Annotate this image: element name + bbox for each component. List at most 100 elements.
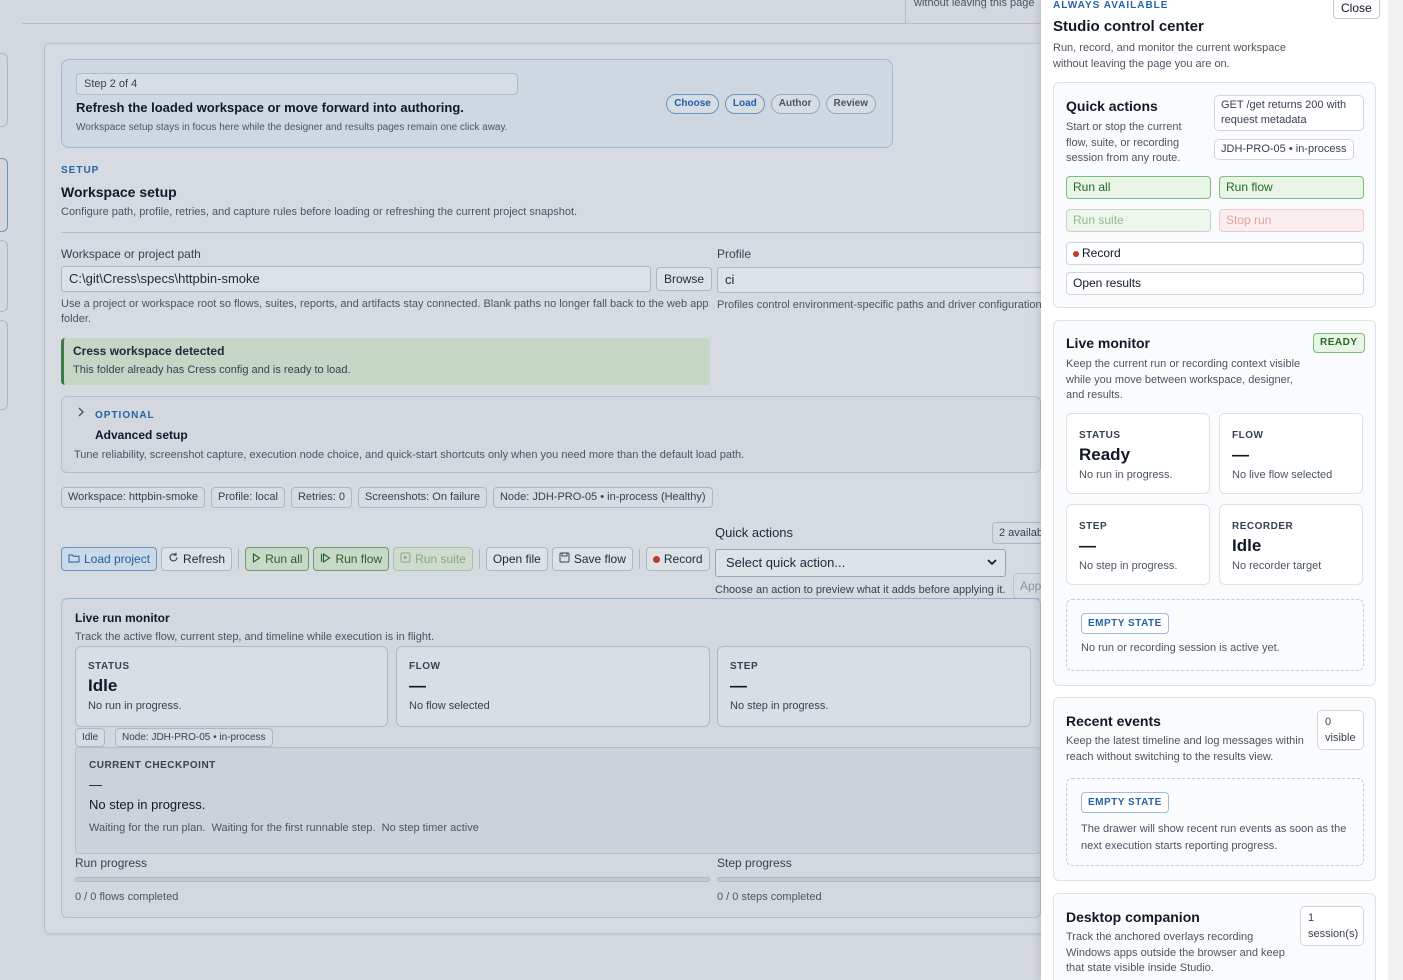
monitor-step-desc: No step in progress. (730, 700, 829, 712)
events-count-chip: 0 visible (1317, 710, 1364, 750)
rail-tab-3[interactable] (0, 240, 8, 312)
drawer-status-value: Ready (1079, 445, 1131, 464)
refresh-button[interactable]: Refresh (161, 547, 233, 571)
step-progress-label: Step progress (717, 856, 792, 870)
load-project-label: Load project (84, 552, 151, 566)
workspace-summary-tags: Workspace: httpbin-smoke Profile: local … (61, 487, 713, 508)
step-progress-text: 0 / 0 steps completed (717, 891, 822, 903)
step-pills: Choose Load Author Review (666, 94, 876, 114)
request-chip: GET /get returns 200 with request metada… (1214, 95, 1364, 131)
run-suite-label: Run suite (415, 552, 466, 566)
monitor-step-card: STEP — No step in progress. (717, 646, 1031, 727)
tag-profile: Profile: local (211, 487, 285, 508)
step-badge: Step 2 of 4 (76, 73, 518, 95)
step-review[interactable]: Review (825, 94, 876, 114)
drawer-recorder-value: Idle (1232, 536, 1262, 555)
drawer-recorder-key: RECORDER (1232, 521, 1294, 532)
toolbar-separator (638, 549, 640, 569)
events-panel-subtitle: Keep the latest timeline and log message… (1066, 735, 1304, 763)
run-progress-bar (75, 877, 710, 882)
drawer-run-all-button[interactable]: Run all (1066, 176, 1211, 199)
path-input[interactable]: C:\git\Cress\specs\httpbin-smoke (61, 266, 651, 292)
monitor-flow-card: FLOW — No flow selected (396, 646, 710, 727)
drawer-scrollbar[interactable] (1388, 0, 1403, 980)
drawer-step-card: STEP — No step in progress. (1066, 504, 1210, 585)
browse-button[interactable]: Browse (656, 267, 713, 291)
path-help: Use a project or workspace root so flows… (61, 298, 709, 325)
refresh-icon (168, 548, 179, 570)
suite-icon (400, 548, 411, 570)
rail-tab-1[interactable] (0, 53, 8, 127)
profile-input[interactable]: ci (717, 267, 1047, 293)
drawer-subtitle: Run, record, and monitor the current wor… (1053, 42, 1286, 70)
step-load[interactable]: Load (724, 94, 765, 114)
monitor-flow-key: FLOW (409, 661, 441, 672)
rail-tab-4[interactable] (0, 320, 8, 410)
profile-help: Profiles control environment-specific pa… (717, 299, 1041, 311)
drawer-recorder-desc: No recorder target (1232, 560, 1322, 572)
monitor-status-card: STATUS Idle No run in progress. (75, 646, 388, 727)
close-button[interactable]: Close (1333, 0, 1380, 19)
drawer-run-suite-button[interactable]: Run suite (1066, 209, 1211, 232)
open-results-button[interactable]: Open results (1066, 272, 1364, 295)
save-flow-label: Save flow (573, 552, 626, 566)
monitor-idle-chip: Idle (75, 728, 106, 747)
events-empty-state: EMPTY STATE The drawer will show recent … (1066, 778, 1364, 866)
drawer-flow-desc: No live flow selected (1232, 469, 1333, 481)
refresh-label: Refresh (183, 552, 226, 566)
desktop-companion-panel: Desktop companion 1 session(s) Track the… (1053, 893, 1376, 980)
drawer-flow-key: FLOW (1232, 430, 1264, 441)
load-project-button[interactable]: Load project (61, 547, 158, 571)
advanced-setup-section[interactable]: OPTIONAL Advanced setup Tune reliability… (61, 396, 1041, 473)
desktop-count-chip: 1 session(s) (1300, 906, 1364, 946)
quick-action-select[interactable]: Select quick action... (715, 549, 1006, 577)
folder-icon (68, 548, 80, 570)
drawer-status-key: STATUS (1079, 430, 1121, 441)
path-label: Workspace or project path (61, 247, 201, 261)
rail-tab-2[interactable] (0, 158, 8, 232)
chevron-right-icon[interactable] (76, 406, 86, 420)
events-panel-title: Recent events (1066, 713, 1161, 729)
drawer-flow-card: FLOW — No live flow selected (1219, 413, 1363, 494)
setup-kicker: SETUP (61, 165, 100, 176)
live-monitor-panel: Live monitor READY Keep the current run … (1053, 320, 1376, 686)
save-flow-button[interactable]: Save flow (551, 547, 633, 571)
quick-action-select-value: Select quick action... (726, 555, 846, 570)
drawer-record-button[interactable]: Record (1066, 242, 1364, 265)
run-progress-label: Run progress (75, 856, 148, 870)
node-chip: JDH-PRO-05 • in-process (1214, 139, 1354, 160)
monitor-status-value: Idle (88, 676, 118, 695)
checkpoint-meta: Waiting for the run plan. Waiting for th… (89, 822, 479, 834)
live-empty-badge: EMPTY STATE (1081, 613, 1169, 634)
step-author[interactable]: Author (770, 94, 820, 114)
current-checkpoint: CURRENT CHECKPOINT — No step in progress… (75, 747, 1041, 854)
detected-title: Cress workspace detected (73, 344, 225, 358)
record-button[interactable]: Record (645, 547, 710, 571)
advanced-kicker: OPTIONAL (95, 410, 155, 421)
run-suite-button[interactable]: Run suite (393, 547, 473, 571)
workspace-detected-notice: Cress workspace detected This folder alr… (61, 338, 710, 385)
drawer-step-key: STEP (1079, 521, 1108, 532)
workspace-toolbar: Load project Refresh Run all Run flow Ru… (61, 547, 710, 571)
open-file-label: Open file (492, 552, 541, 566)
run-all-button[interactable]: Run all (245, 547, 310, 571)
desktop-panel-subtitle: Track the anchored overlays recording Wi… (1066, 931, 1285, 974)
drawer-stop-run-button[interactable]: Stop run (1219, 209, 1364, 232)
checkpoint-dash: — (89, 777, 102, 792)
step-choose[interactable]: Choose (666, 94, 719, 114)
drawer-record-label: Record (1082, 246, 1121, 260)
live-empty-text: No run or recording session is active ye… (1081, 642, 1280, 654)
studio-control-drawer: ALWAYS AVAILABLE Studio control center R… (1041, 0, 1388, 980)
step-progress-bar (717, 877, 1041, 882)
run-flow-button[interactable]: Run flow (313, 547, 390, 571)
play-icon (252, 548, 261, 570)
monitor-status-desc: No run in progress. (88, 700, 182, 712)
detected-text: This folder already has Cress config and… (73, 364, 351, 376)
open-file-button[interactable]: Open file (485, 547, 548, 571)
monitor-step-key: STEP (730, 661, 759, 672)
drawer-run-flow-button[interactable]: Run flow (1219, 176, 1364, 199)
run-flow-label: Run flow (335, 552, 383, 566)
record-dot-icon (1073, 251, 1079, 257)
quick-action-help: Choose an action to preview what it adds… (715, 584, 1006, 596)
setup-divider (61, 232, 1041, 233)
